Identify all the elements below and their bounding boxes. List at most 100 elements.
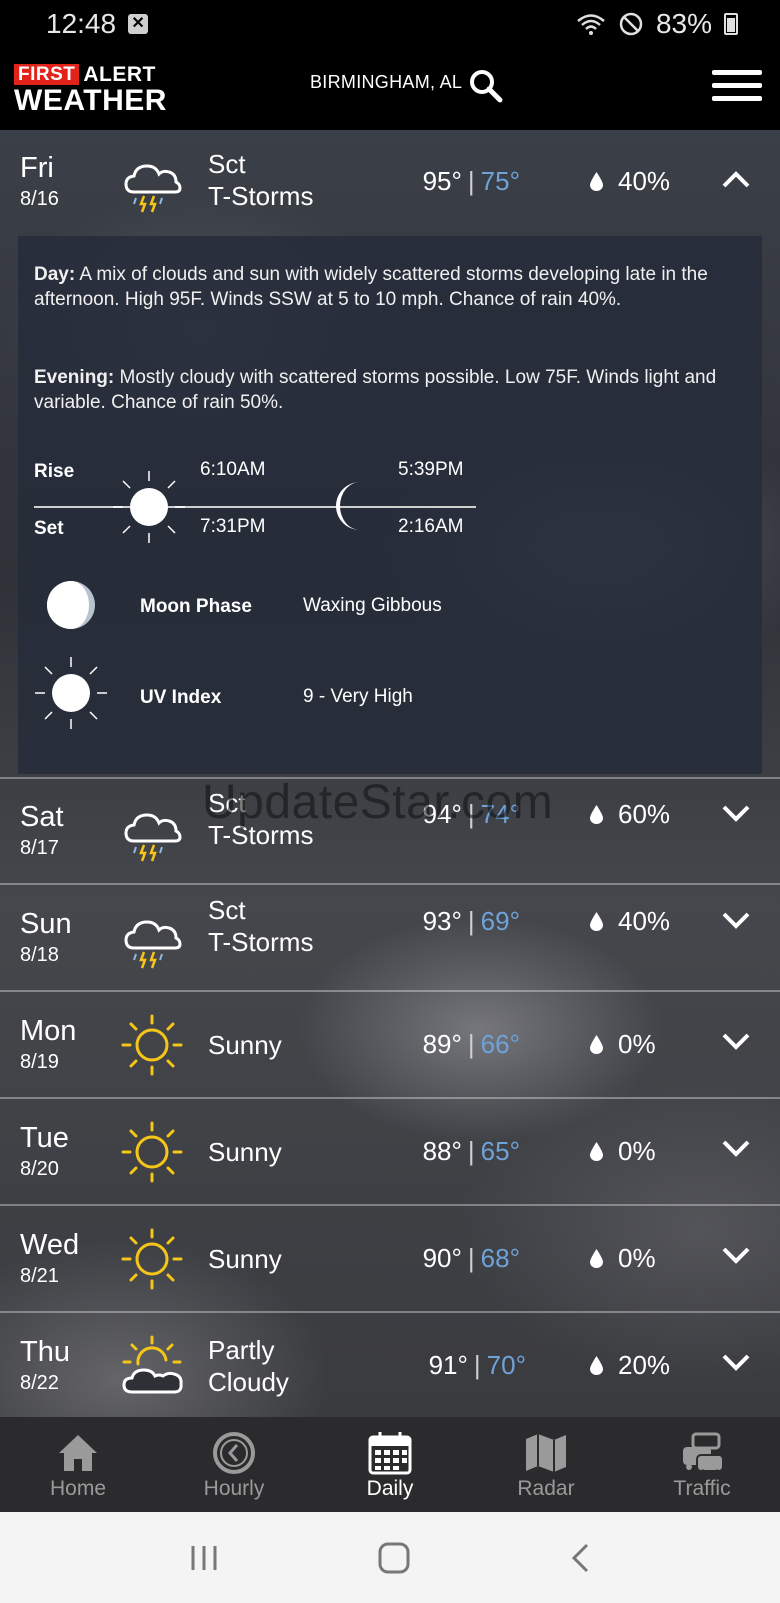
condition-line-1: Sunny <box>208 1030 282 1060</box>
moon-crescent-icon <box>336 482 360 530</box>
raindrop-icon <box>590 1142 603 1161</box>
day-row-fri[interactable]: Fri 8/16 Sct T-Storms 95° | 75° 40% <box>0 130 780 236</box>
high-temp: 91° <box>428 1350 468 1380</box>
condition-line-2: Cloudy <box>208 1367 289 1397</box>
clock-icon <box>213 1432 255 1474</box>
condition-line-2: T-Storms <box>208 181 314 211</box>
nav-daily[interactable]: Daily <box>312 1417 468 1512</box>
battery-icon <box>724 13 738 35</box>
nav-label: Daily <box>366 1477 414 1500</box>
day-row-sun[interactable]: Sun 8/18 Sct T-Storms 93° | 69° 40% <box>0 886 780 992</box>
nav-traffic[interactable]: Traffic <box>624 1417 780 1512</box>
chevron-down-icon[interactable] <box>720 1031 752 1053</box>
notification-icon: ✕ <box>128 14 149 34</box>
day-date: 8/18 <box>20 944 59 966</box>
day-detail-panel: Day: A mix of clouds and sun with widely… <box>18 236 762 774</box>
high-temp: 88° <box>422 1136 462 1166</box>
map-icon <box>526 1434 566 1472</box>
nav-home[interactable]: Home <box>0 1417 156 1512</box>
precip-chance: 40% <box>618 166 671 196</box>
raindrop-icon <box>590 1035 603 1054</box>
condition-line-1: Sct <box>208 149 246 179</box>
precip-chance: 0% <box>618 1243 656 1273</box>
day-name: Tue <box>20 1122 69 1154</box>
day-date: 8/21 <box>20 1265 59 1287</box>
logo-weather: WEATHER <box>14 84 167 117</box>
moonset-time: 2:16AM <box>398 516 464 537</box>
sun-icon <box>113 471 185 543</box>
moon-phase-icon <box>47 581 95 629</box>
home-button-icon[interactable] <box>378 1542 410 1574</box>
low-temp: 66° <box>480 1029 520 1059</box>
high-temp: 95° <box>422 166 462 196</box>
back-icon[interactable] <box>569 1542 591 1574</box>
logo-first: FIRST <box>14 64 80 85</box>
day-row-thu[interactable]: Thu 8/22 Partly Cloudy 91° | 70° 20% <box>0 1314 780 1420</box>
day-name: Sat <box>20 801 64 833</box>
thunderstorm-icon <box>124 920 182 969</box>
rise-label: Rise <box>34 461 75 482</box>
first-alert-weather-logo[interactable]: FIRST ALERT WEATHER <box>14 64 167 116</box>
chevron-down-icon[interactable] <box>720 1352 752 1374</box>
recent-apps-icon[interactable] <box>189 1544 219 1572</box>
app-header: FIRST ALERT WEATHER BIRMINGHAM, AL <box>0 48 780 130</box>
uv-index-value: 9 - Very High <box>303 686 413 707</box>
system-nav-bar <box>0 1512 780 1603</box>
sun-icon <box>121 1014 183 1076</box>
low-temp: 69° <box>480 906 520 936</box>
precip-chance: 60% <box>618 799 671 829</box>
raindrop-icon <box>590 912 603 931</box>
precip-chance: 0% <box>618 1029 656 1059</box>
day-name: Mon <box>20 1015 77 1047</box>
moonrise-time: 5:39PM <box>398 459 464 480</box>
home-icon <box>59 1435 97 1471</box>
day-row-wed[interactable]: Wed 8/21 Sunny 90° | 68° 0% <box>0 1207 780 1313</box>
nav-hourly[interactable]: Hourly <box>156 1417 312 1512</box>
precip-chance: 0% <box>618 1136 656 1166</box>
precip-chance: 40% <box>618 906 671 936</box>
temperature-range: 89° | 66° <box>422 1029 520 1059</box>
status-bar: 12:48 ✕ 83% <box>0 0 780 48</box>
day-date: 8/22 <box>20 1372 59 1394</box>
thunderstorm-icon <box>124 813 182 862</box>
sun-icon <box>121 1121 183 1183</box>
chevron-down-icon[interactable] <box>720 910 752 932</box>
day-name: Fri <box>20 152 54 184</box>
hamburger-menu-icon[interactable] <box>712 70 762 106</box>
chevron-down-icon[interactable] <box>720 1138 752 1160</box>
calendar-icon <box>368 1432 412 1475</box>
day-name: Wed <box>20 1229 80 1261</box>
thunderstorm-icon <box>124 164 182 213</box>
uv-sun-icon <box>35 657 107 729</box>
day-date: 8/16 <box>20 188 59 210</box>
low-temp: 75° <box>480 166 520 196</box>
evening-text: Mostly cloudy with scattered storms poss… <box>34 367 717 413</box>
nav-label: Traffic <box>673 1477 731 1500</box>
bottom-nav: Home Hourly Daily Radar Traffic <box>0 1417 780 1512</box>
high-temp: 89° <box>422 1029 462 1059</box>
condition-line-2: T-Storms <box>208 927 314 957</box>
day-label: Day: <box>34 264 76 285</box>
raindrop-icon <box>590 805 603 824</box>
chevron-down-icon[interactable] <box>720 803 752 825</box>
nav-radar[interactable]: Radar <box>468 1417 624 1512</box>
condition-line-1: Sct <box>208 895 246 925</box>
condition-line-1: Sunny <box>208 1244 282 1274</box>
day-row-mon[interactable]: Mon 8/19 Sunny 89° | 66° 0% <box>0 993 780 1099</box>
status-time: 12:48 <box>46 8 117 39</box>
sunset-time: 7:31PM <box>200 516 266 537</box>
wifi-icon <box>577 14 605 35</box>
partly-cloudy-icon <box>122 1335 183 1394</box>
traffic-icon <box>683 1432 724 1475</box>
do-not-disturb-icon <box>619 12 643 36</box>
temperature-range: 90° | 68° <box>422 1243 520 1273</box>
chevron-up-icon[interactable] <box>720 168 752 190</box>
condition-line-1: Partly <box>208 1335 275 1365</box>
location-label[interactable]: BIRMINGHAM, AL <box>310 72 462 93</box>
evening-forecast: Evening: Mostly cloudy with scattered st… <box>34 365 746 415</box>
nav-label: Radar <box>517 1477 575 1500</box>
search-icon[interactable] <box>468 68 504 104</box>
day-row-tue[interactable]: Tue 8/20 Sunny 88° | 65° 0% <box>0 1100 780 1206</box>
low-temp: 70° <box>486 1350 526 1380</box>
chevron-down-icon[interactable] <box>720 1245 752 1267</box>
